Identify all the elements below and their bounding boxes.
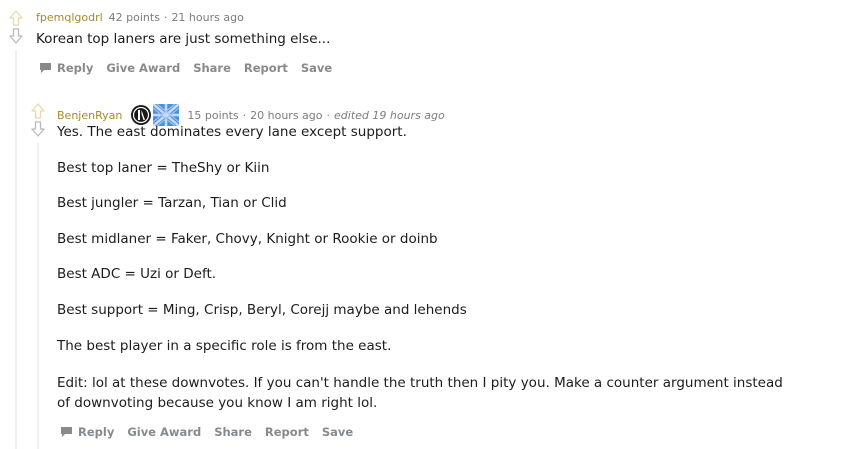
vote-controls — [8, 10, 24, 44]
comment-actions: Reply Give Award Share Report Save — [60, 425, 353, 439]
comment-paragraph: Yes. The east dominates every lane excep… — [57, 124, 407, 140]
reply-label: Reply — [78, 425, 115, 439]
comment-paragraph: Best midlaner = Faker, Chovy, Knight or … — [57, 231, 438, 247]
share-button[interactable]: Share — [193, 61, 231, 75]
comment-author[interactable]: fpemqlgodrl — [36, 11, 103, 24]
reply-button[interactable]: Reply — [60, 425, 114, 439]
comment-time[interactable]: 20 hours ago — [250, 109, 322, 122]
save-button[interactable]: Save — [322, 425, 353, 439]
comment-edited-time: edited 19 hours ago — [334, 108, 445, 122]
report-button[interactable]: Report — [244, 61, 288, 75]
comment-time[interactable]: 21 hours ago — [171, 11, 243, 24]
meta-separator: · — [326, 108, 331, 122]
comment-body: Korean top laners are just something els… — [36, 31, 331, 47]
comment-paragraph: Edit: lol at these downvotes. If you can… — [57, 375, 783, 411]
comment-paragraph: The best player in a specific role is fr… — [57, 338, 392, 354]
comment-points: 15 points — [187, 108, 239, 122]
give-award-button[interactable]: Give Award — [127, 425, 201, 439]
downvote-arrow-icon[interactable] — [31, 121, 45, 137]
reply-label: Reply — [57, 61, 94, 75]
comment-thread: fpemqlgodrl 42 points · 21 hours ago Kor… — [0, 0, 853, 449]
upvote-arrow-icon[interactable] — [9, 10, 23, 26]
comment-meta: fpemqlgodrl 42 points · 21 hours ago — [36, 11, 244, 24]
comment-paragraph: Best support = Ming, Crisp, Beryl, Corej… — [57, 302, 467, 318]
comment-points: 42 points — [108, 11, 160, 24]
comment-actions: Reply Give Award Share Report Save — [39, 61, 332, 75]
meta-separator: · — [163, 11, 168, 24]
give-award-button[interactable]: Give Award — [106, 61, 180, 75]
comment-paragraph: Best ADC = Uzi or Deft. — [57, 266, 217, 282]
downvote-arrow-icon[interactable] — [9, 28, 23, 44]
thread-line-level-2[interactable] — [37, 143, 39, 449]
comment-paragraph: Best jungler = Tarzan, Tian or Clid — [57, 195, 287, 211]
share-button[interactable]: Share — [214, 425, 252, 439]
chat-bubble-icon — [40, 63, 51, 73]
upvote-arrow-icon[interactable] — [31, 103, 45, 119]
vote-controls — [30, 103, 46, 137]
thread-line-level-1[interactable] — [15, 50, 17, 449]
comment-paragraph: Best top laner = TheShy or Kiin — [57, 160, 270, 176]
save-button[interactable]: Save — [301, 61, 332, 75]
reply-button[interactable]: Reply — [39, 61, 93, 75]
report-button[interactable]: Report — [265, 425, 309, 439]
comment-author[interactable]: BenjenRyan — [57, 109, 122, 122]
meta-separator: · — [242, 108, 247, 122]
chat-bubble-icon — [61, 427, 72, 437]
